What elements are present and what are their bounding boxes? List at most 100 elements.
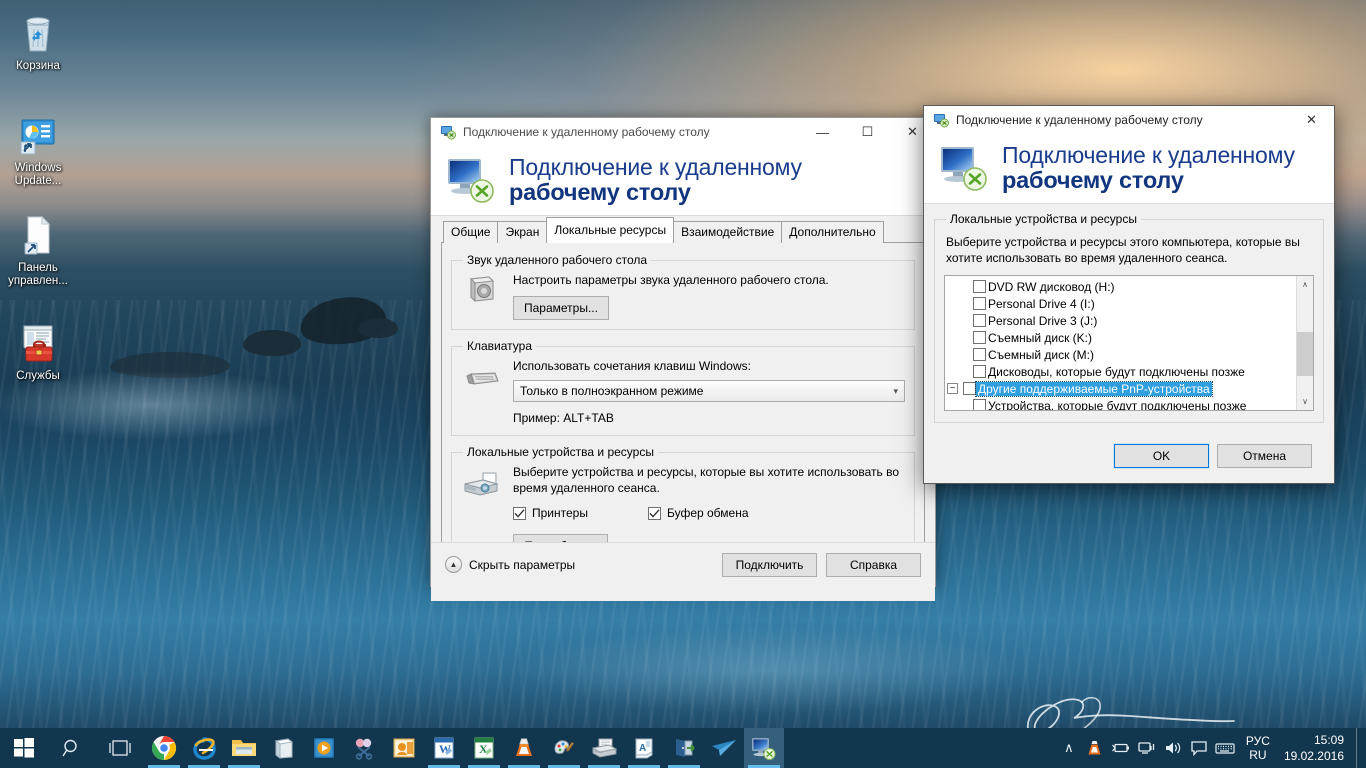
taskbar-logoff[interactable] [664,728,704,768]
minimize-button[interactable]: — [800,118,845,147]
cancel-button[interactable]: Отмена [1217,444,1312,468]
show-hidden-icons-button[interactable]: ∧ [1056,728,1082,768]
taskbar-media-player[interactable] [304,728,344,768]
window-titlebar[interactable]: Подключение к удаленному рабочему столу … [924,106,1334,135]
task-view-button[interactable] [96,728,144,768]
help-button[interactable]: Справка [826,552,921,577]
list-item[interactable]: Personal Drive 3 (J:) [945,312,1296,329]
taskbar[interactable]: W X A ∧ РУС RU 15:09 19.02.2016 [0,728,1366,768]
clock[interactable]: 15:09 19.02.2016 [1278,732,1356,764]
tab-local-resources[interactable]: Локальные ресурсы [546,217,675,243]
window-titlebar[interactable]: Подключение к удаленному рабочему столу … [431,118,935,147]
taskbar-word[interactable]: W [424,728,464,768]
taskbar-abbyy[interactable]: A [624,728,664,768]
taskbar-vlc[interactable] [504,728,544,768]
checkbox-printers[interactable]: Принтеры [513,506,588,520]
excel-icon: X [474,737,494,759]
taskbar-file-explorer[interactable] [224,728,264,768]
desktop-icon-control-panel[interactable]: Панель управлен... [0,212,76,288]
scroll-up-button[interactable]: ∧ [1297,276,1313,293]
checkbox-clipboard[interactable]: Буфер обмена [647,506,749,520]
desktop-icon-label: Корзина [16,60,60,72]
taskbar-excel[interactable]: X [464,728,504,768]
checkbox-box[interactable] [963,382,976,395]
desktop-icon-recycle-bin[interactable]: Корзина [0,10,76,73]
list-item[interactable]: Съемный диск (M:) [945,346,1296,363]
control-panel-icon [0,212,76,258]
list-item-label: Съемный диск (K:) [988,330,1092,345]
checkbox-box[interactable] [973,297,986,310]
volume-icon[interactable] [1160,728,1186,768]
tab-advanced[interactable]: Дополнительно [781,221,884,243]
list-item[interactable]: Personal Drive 4 (I:) [945,295,1296,312]
windows-key-combo[interactable]: Только в полноэкранном режиме ▾ [513,380,905,402]
taskbar-paint[interactable] [544,728,584,768]
taskbar-internet-explorer[interactable] [184,728,224,768]
battery-icon[interactable] [1108,728,1134,768]
taskbar-outlook[interactable] [384,728,424,768]
local-devices-dialog[interactable]: Подключение к удаленному рабочему столу … [923,105,1335,484]
taskbar-remote-desktop[interactable] [744,728,784,768]
sea-foam [420,600,1120,740]
action-center-icon[interactable] [1186,728,1212,768]
taskbar-snipping-tool[interactable] [344,728,384,768]
clock-date: 19.02.2016 [1283,749,1344,763]
tab-experience[interactable]: Взаимодействие [673,221,783,243]
group-local-devices-legend: Локальные устройства и ресурсы [467,445,654,459]
taskbar-store[interactable] [264,728,304,768]
banner-line-2: рабочему столу [509,178,691,205]
checkbox-box[interactable] [973,280,986,293]
internet-explorer-icon [193,737,216,760]
list-item[interactable]: − Другие поддерживаемые PnP-устройства [945,380,1296,397]
group-keyboard: Клавиатура Использовать сочетания клавиш… [451,339,915,436]
keyboard-layout-icon[interactable] [1212,728,1238,768]
group-local-devices-description: Выберите устройства и ресурсы этого комп… [946,235,1300,265]
store-icon [274,738,294,759]
checkbox-box[interactable] [973,348,986,361]
tree-collapse-icon[interactable]: − [947,383,958,394]
svg-text:A: A [639,743,646,754]
close-button[interactable]: ✕ [1289,106,1334,135]
list-item-label: Устройства, которые будут подключены поз… [988,398,1247,411]
remote-desktop-connection-window[interactable]: Подключение к удаленному рабочему столу … [430,117,936,601]
taskbar-telegram[interactable] [704,728,744,768]
checkbox-box[interactable] [973,365,986,378]
checkbox-box[interactable] [973,314,986,327]
devices-list: DVD RW дисковод (H:) Personal Drive 4 (I… [945,276,1296,410]
group-remote-audio: Звук удаленного рабочего стола Настроить… [451,253,915,330]
ok-button[interactable]: OK [1114,444,1209,468]
group-local-devices-legend: Локальные устройства и ресурсы [950,212,1137,226]
start-button[interactable] [0,728,48,768]
audio-settings-button[interactable]: Параметры... [513,296,609,320]
desktop-icon-services[interactable]: Службы [0,320,76,383]
list-item[interactable]: Дисководы, которые будут подключены позж… [945,363,1296,380]
taskbar-scanner[interactable] [584,728,624,768]
windows-key-combo-value: Только в полноэкранном режиме [520,384,704,398]
checkbox-box[interactable] [973,399,986,410]
scroll-down-button[interactable]: ∨ [1297,393,1313,410]
scrollbar-thumb[interactable] [1297,332,1313,376]
language-indicator[interactable]: РУС RU [1238,734,1278,762]
search-button[interactable] [48,728,96,768]
devices-listbox[interactable]: DVD RW дисковод (H:) Personal Drive 4 (I… [944,275,1314,411]
hide-options-link[interactable]: ▲ Скрыть параметры [445,556,713,573]
tab-general[interactable]: Общие [443,221,499,243]
listbox-scrollbar[interactable]: ∧ ∨ [1296,276,1313,410]
checkbox-box[interactable] [973,331,986,344]
scanner-icon [591,738,617,758]
list-item[interactable]: DVD RW дисковод (H:) [945,278,1296,295]
system-tray[interactable]: ∧ РУС RU 15:09 19.02.2016 [1056,728,1366,768]
tab-strip[interactable]: Общие Экран Локальные ресурсы Взаимодейс… [441,217,925,243]
maximize-button[interactable]: ☐ [845,118,890,147]
connect-button[interactable]: Подключить [722,552,817,577]
list-item[interactable]: Устройства, которые будут подключены поз… [945,397,1296,411]
taskbar-chrome[interactable] [144,728,184,768]
services-icon [0,320,76,366]
show-desktop-button[interactable] [1356,728,1362,768]
tab-display[interactable]: Экран [497,221,548,243]
vlc-tray-icon[interactable] [1082,728,1108,768]
chevron-down-icon: ▾ [893,385,898,396]
network-icon[interactable] [1134,728,1160,768]
list-item[interactable]: Съемный диск (K:) [945,329,1296,346]
desktop-icon-windows-update[interactable]: Windows Update... [0,112,76,188]
